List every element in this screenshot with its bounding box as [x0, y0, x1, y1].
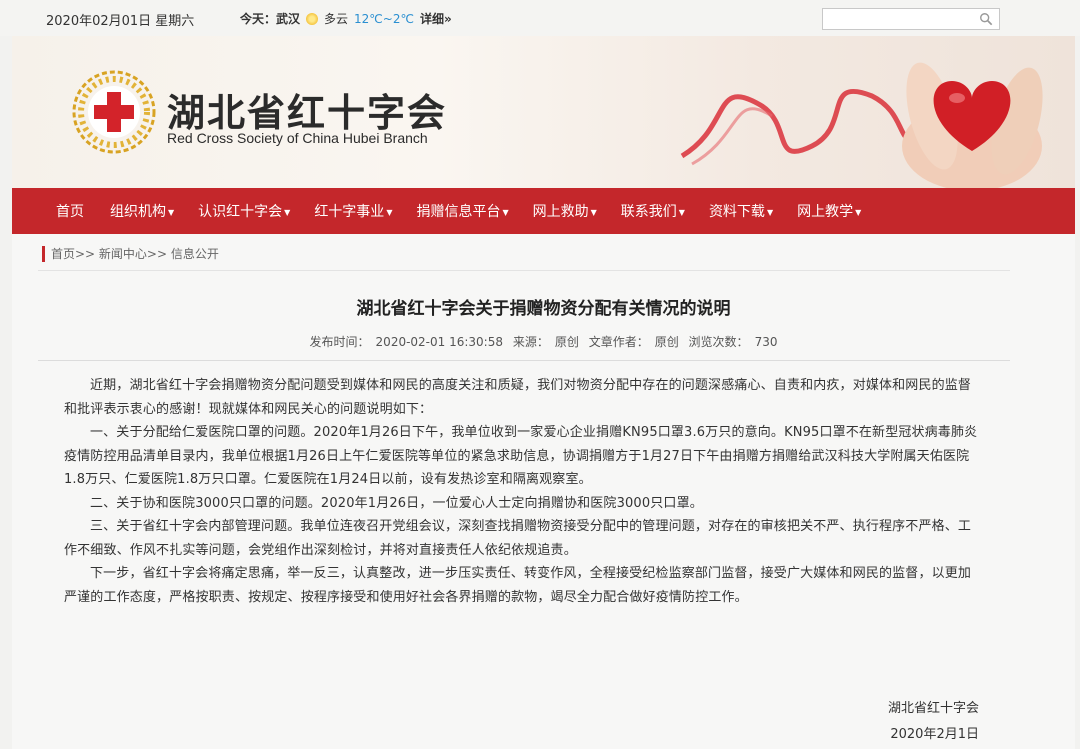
- nav-item[interactable]: 网上教学 ▼: [797, 201, 861, 221]
- site-subtitle: Red Cross Society of China Hubei Branch: [167, 130, 428, 146]
- source-value: 原创: [554, 335, 579, 349]
- temperature-range: 12℃~2℃: [354, 11, 414, 26]
- nav-item-label: 联系我们: [620, 204, 677, 220]
- article-paragraph: 二、关于协和医院3000只口罩的问题。2020年1月26日，一位爱心人士定向捐赠…: [90, 495, 703, 511]
- header-banner: 湖北省红十字会 Red Cross Society of China Hubei…: [12, 36, 1075, 188]
- author-value: 原创: [654, 335, 679, 349]
- weather-condition: 多云: [324, 12, 349, 26]
- article-paragraph: 一、关于分配给仁爱医院口罩的问题。2020年1月26日下午，我单位收到一家爱心企…: [64, 425, 978, 487]
- caret-down-icon: ▼: [590, 207, 597, 217]
- nav-item[interactable]: 红十字事业 ▼: [314, 201, 392, 221]
- publish-time: 2020-02-01 16:30:58: [375, 335, 503, 349]
- signature-block: 湖北省红十字会 2020年2月1日: [888, 696, 979, 748]
- divider: [38, 270, 1010, 271]
- caret-down-icon: ▼: [386, 207, 393, 217]
- nav-item-label: 组织机构: [110, 204, 166, 220]
- signature-organization: 湖北省红十字会: [887, 701, 979, 716]
- today-location: 今天：武汉: [240, 12, 301, 26]
- red-cross-logo[interactable]: [72, 70, 156, 154]
- article-paragraph: 近期，湖北省红十字会捐赠物资分配问题受到媒体和网民的高度关注和质疑，我们对物资分…: [64, 378, 972, 417]
- breadcrumb[interactable]: 首页>> 新闻中心>> 信息公开: [42, 246, 219, 262]
- caret-down-icon: ▼: [678, 207, 685, 217]
- search-box: [822, 8, 1000, 30]
- current-date: 2020年02月01日 星期六: [46, 14, 195, 29]
- nav-item[interactable]: 联系我们 ▼: [621, 201, 685, 221]
- nav-item[interactable]: 资料下载 ▼: [709, 201, 773, 221]
- divider: [38, 360, 1010, 361]
- nav-item-label: 网上救助: [532, 204, 589, 220]
- publish-time-label: 发布时间：: [309, 335, 370, 349]
- nav-item[interactable]: 网上救助 ▼: [533, 201, 597, 221]
- nav-item-label: 网上教学: [797, 204, 854, 220]
- nav-item-label: 红十字事业: [314, 204, 385, 220]
- nav-item-label: 认识红十字会: [198, 204, 283, 220]
- caret-down-icon: ▼: [855, 207, 862, 217]
- partly-cloudy-icon: [306, 12, 319, 25]
- article-meta: 发布时间： 2020-02-01 16:30:58 来源： 原创 文章作者： 原创 浏…: [12, 333, 1075, 350]
- search-icon[interactable]: [979, 12, 993, 26]
- article-paragraph: 三、关于省红十字会内部管理问题。我单位连夜召开党组会议，深刻查找捐赠物资接受分配…: [64, 519, 972, 558]
- article-container: 首页>> 新闻中心>> 信息公开 湖北省红十字会关于捐赠物资分配有关情况的说明 …: [12, 234, 1075, 749]
- top-info-bar: 2020年02月01日 星期六 今天：武汉 多云 12℃~2℃ 详细»: [0, 0, 1080, 36]
- caret-down-icon: ▼: [284, 207, 291, 217]
- nav-item-label: 资料下载: [708, 204, 765, 220]
- caret-down-icon: ▼: [168, 207, 175, 217]
- site-title: 湖北省红十字会: [167, 91, 448, 135]
- article-body: 近期，湖北省红十字会捐赠物资分配问题受到媒体和网民的高度关注和质疑，我们对物资分…: [64, 374, 984, 609]
- nav-item-label: 首页: [56, 204, 84, 220]
- article-paragraph: 下一步，省红十字会将痛定思痛，举一反三，认真整改，进一步压实责任、转变作风，全程…: [64, 566, 972, 605]
- signature-date: 2020年2月1日: [890, 727, 979, 742]
- nav-item[interactable]: 捐赠信息平台 ▼: [416, 201, 508, 221]
- article-title: 湖北省红十字会关于捐赠物资分配有关情况的说明: [356, 299, 731, 319]
- search-input[interactable]: [827, 10, 981, 30]
- weather-widget: 今天：武汉 多云 12℃~2℃ 详细»: [240, 10, 452, 27]
- source-label: 来源：: [512, 335, 549, 349]
- nav-item[interactable]: 首页: [56, 201, 84, 221]
- nav-item-label: 捐赠信息平台: [416, 204, 501, 220]
- caret-down-icon: ▼: [766, 207, 774, 217]
- weather-detail-link[interactable]: 详细»: [420, 10, 452, 27]
- heart-in-hands-illustration: [680, 62, 1043, 188]
- view-count: 730: [754, 335, 778, 349]
- nav-item[interactable]: 认识红十字会 ▼: [198, 201, 290, 221]
- nav-item[interactable]: 组织机构 ▼: [110, 201, 174, 221]
- main-navigation: 首页 组织机构 ▼ 认识红十字会 ▼ 红十字事业 ▼ 捐赠信息平台 ▼ 网上救助 ▼ 联系我们 ▼ 资料下…: [12, 188, 1075, 234]
- author-label: 文章作者：: [588, 335, 649, 349]
- views-label: 浏览次数：: [688, 335, 749, 349]
- caret-down-icon: ▼: [502, 207, 509, 217]
